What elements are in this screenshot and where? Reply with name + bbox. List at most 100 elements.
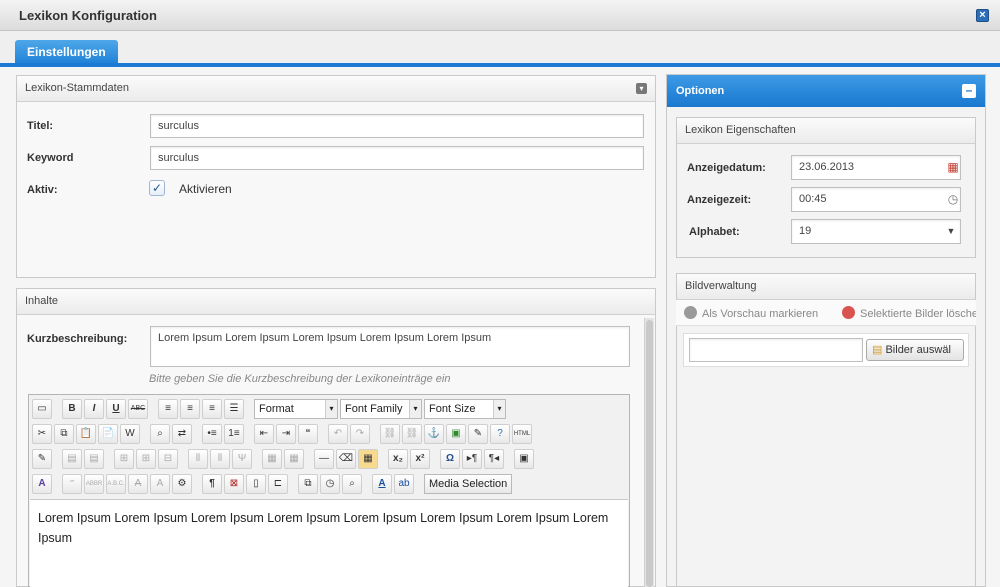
stammdaten-header: Lexikon-Stammdaten ▾ [17, 76, 655, 102]
ins-icon[interactable]: A [150, 474, 170, 494]
window-titlebar: Lexikon Konfiguration × [0, 0, 1000, 31]
scrollbar-thumb[interactable] [646, 320, 653, 587]
align-right-icon[interactable]: ≡ [202, 399, 222, 419]
outdent-icon[interactable]: ⇤ [254, 424, 274, 444]
html-source-icon[interactable]: HTML [512, 424, 532, 444]
pagebreak-icon[interactable]: ⊏ [268, 474, 288, 494]
loeschen-action[interactable]: Selektierte Bilder lösche [842, 306, 976, 320]
table-split-icon[interactable]: ⫴ [188, 449, 208, 469]
ltr-icon[interactable]: ▸¶ [462, 449, 482, 469]
titel-input[interactable]: surculus [150, 114, 644, 138]
paste-icon[interactable]: 📋 [76, 424, 96, 444]
font-size-select[interactable]: Font Size ▾ [424, 399, 506, 419]
font-size-select-label: Font Size [429, 403, 476, 415]
fullscreen-icon[interactable]: ▣ [514, 449, 534, 469]
cut-icon[interactable]: ✂ [32, 424, 52, 444]
delete-icon [842, 306, 855, 319]
help-icon[interactable]: ? [490, 424, 510, 444]
text-color-icon[interactable]: A [372, 474, 392, 494]
chevron-down-icon: ▾ [409, 400, 421, 418]
font-family-select[interactable]: Font Family ▾ [340, 399, 422, 419]
tab-bar: Einstellungen [0, 31, 1000, 65]
calendar-icon[interactable]: ▦ [944, 158, 962, 176]
minimize-icon[interactable]: – [962, 84, 976, 98]
strikethrough-icon[interactable]: ABC [128, 399, 148, 419]
blockquote-icon[interactable]: “ [298, 424, 318, 444]
del-icon[interactable]: A [128, 474, 148, 494]
subscript-icon[interactable]: x₂ [388, 449, 408, 469]
media-selection-button[interactable]: Media Selection [424, 474, 513, 494]
clock-icon[interactable]: ◷ [944, 190, 962, 208]
bilder-file-input[interactable] [689, 338, 863, 362]
aktiv-checkbox[interactable]: ✓ [149, 180, 165, 196]
editor-body[interactable]: Lorem Ipsum Lorem Ipsum Lorem Ipsum Lore… [30, 499, 628, 587]
replace-icon[interactable]: ⇄ [172, 424, 192, 444]
keyword-input[interactable]: surculus [150, 146, 644, 170]
table-col-icon[interactable]: ⊞ [114, 449, 134, 469]
close-icon[interactable]: × [976, 9, 989, 22]
table-props-icon[interactable]: ▦ [262, 449, 282, 469]
table-merge-icon[interactable]: ⫴ [210, 449, 230, 469]
insert-time-icon[interactable]: ◷ [320, 474, 340, 494]
alphabet-select[interactable]: 19 [791, 219, 961, 244]
anchor-icon[interactable]: ⚓ [424, 424, 444, 444]
bullet-list-icon[interactable]: •≡ [202, 424, 222, 444]
vorschau-action[interactable]: Als Vorschau markieren [684, 306, 818, 320]
bilder-auswaehlen-button[interactable]: ▤ Bilder auswäl [866, 339, 964, 361]
rich-text-editor: ▭ B I U ABC ≡ ≡ ≡ ☰ Format ▾ Font Family ▾… [28, 394, 630, 587]
format-select[interactable]: Format ▾ [254, 399, 338, 419]
table-row-before-icon[interactable]: ▤ [62, 449, 82, 469]
table-icon[interactable]: ▦ [358, 449, 378, 469]
insert-date-icon[interactable]: ✎ [32, 449, 52, 469]
table-row-after-icon[interactable]: ▤ [84, 449, 104, 469]
align-center-icon[interactable]: ≡ [180, 399, 200, 419]
collapse-icon[interactable]: ▾ [636, 83, 647, 94]
table-col-after-icon[interactable]: ⊞ [136, 449, 156, 469]
find-icon[interactable]: ⌕ [150, 424, 170, 444]
attributes-icon[interactable]: ⚙ [172, 474, 192, 494]
link-icon[interactable]: ⛓ [380, 424, 400, 444]
align-justify-icon[interactable]: ☰ [224, 399, 244, 419]
copy-icon[interactable]: ⧉ [54, 424, 74, 444]
kurzbeschreibung-textarea[interactable]: Lorem Ipsum Lorem Ipsum Lorem Ipsum Lore… [150, 326, 630, 367]
styles-icon[interactable]: A [32, 474, 52, 494]
acronym-icon[interactable]: A.B.C. [106, 474, 126, 494]
bold-icon[interactable]: B [62, 399, 82, 419]
template-icon[interactable]: ⧉ [298, 474, 318, 494]
alphabet-label: Alphabet: [689, 226, 740, 238]
new-document-icon[interactable]: ▭ [32, 399, 52, 419]
nonbreaking-icon[interactable]: ⊠ [224, 474, 244, 494]
italic-icon[interactable]: I [84, 399, 104, 419]
redo-icon[interactable]: ↷ [350, 424, 370, 444]
cell-props-icon[interactable]: ▦ [284, 449, 304, 469]
paste-text-icon[interactable]: 📄 [98, 424, 118, 444]
image-icon[interactable]: ▣ [446, 424, 466, 444]
layer-icon[interactable]: ▯ [246, 474, 266, 494]
align-left-icon[interactable]: ≡ [158, 399, 178, 419]
rtl-icon[interactable]: ¶◂ [484, 449, 504, 469]
remove-format-icon[interactable]: ⌫ [336, 449, 356, 469]
special-char-icon[interactable]: Ω [440, 449, 460, 469]
tab-einstellungen[interactable]: Einstellungen [15, 40, 118, 65]
anzeigedatum-label: Anzeigedatum: [687, 162, 766, 174]
indent-icon[interactable]: ⇥ [276, 424, 296, 444]
highlight-color-icon[interactable]: ab [394, 474, 414, 494]
superscript-icon[interactable]: x² [410, 449, 430, 469]
underline-icon[interactable]: U [106, 399, 126, 419]
table-delete-col-icon[interactable]: Ψ [232, 449, 252, 469]
anzeigedatum-input[interactable]: 23.06.2013 [791, 155, 961, 180]
inhalte-scrollbar[interactable] [644, 318, 654, 587]
numbered-list-icon[interactable]: 1≡ [224, 424, 244, 444]
unlink-icon[interactable]: ⛓ [402, 424, 422, 444]
table-delete-icon[interactable]: ⊟ [158, 449, 178, 469]
undo-icon[interactable]: ↶ [328, 424, 348, 444]
preview-icon[interactable]: ⌕ [342, 474, 362, 494]
paste-word-icon[interactable]: W [120, 424, 140, 444]
cleanup-icon[interactable]: ✎ [468, 424, 488, 444]
anzeigezeit-input[interactable]: 00:45 [791, 187, 961, 212]
abbr-icon[interactable]: ABBR [84, 474, 104, 494]
pilcrow-icon[interactable]: ¶ [202, 474, 222, 494]
horizontal-rule-icon[interactable]: — [314, 449, 334, 469]
cite-icon[interactable]: “” [62, 474, 82, 494]
chevron-down-icon[interactable]: ▼ [942, 222, 960, 240]
